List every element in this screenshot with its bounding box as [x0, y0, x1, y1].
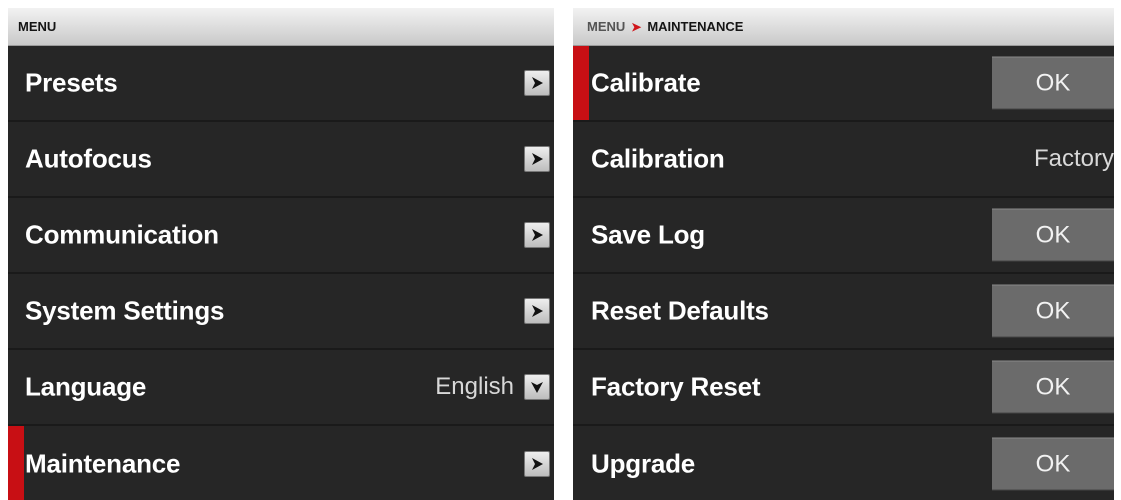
calibrate-ok-button[interactable]: OK [992, 56, 1114, 110]
breadcrumb: MENU ➤ MAINTENANCE [573, 8, 1114, 46]
chevron-right-icon[interactable] [524, 146, 550, 172]
menu-item-label: Presets [25, 67, 118, 98]
main-menu-panel: MENU Presets Autofocus Communication Sys… [8, 8, 554, 500]
menu-item-language[interactable]: Language English [8, 350, 554, 426]
maintenance-item-label: Upgrade [591, 448, 696, 479]
maintenance-item-reset-defaults[interactable]: Reset Defaults OK [573, 274, 1114, 350]
maintenance-list: Calibrate OK Calibration Factory Save Lo… [573, 46, 1114, 500]
maintenance-item-label: Calibrate [591, 67, 701, 98]
chevron-down-icon[interactable] [524, 374, 550, 400]
main-menu-list: Presets Autofocus Communication System S… [8, 46, 554, 500]
selection-indicator [573, 46, 589, 120]
maintenance-item-label: Factory Reset [591, 371, 761, 402]
maintenance-item-label: Save Log [591, 219, 705, 250]
maintenance-item-upgrade[interactable]: Upgrade OK [573, 426, 1114, 500]
menu-item-system-settings[interactable]: System Settings [8, 274, 554, 350]
breadcrumb-current: MAINTENANCE [647, 19, 744, 34]
chevron-right-icon[interactable] [524, 298, 550, 324]
menu-header-title: MENU [18, 19, 57, 34]
maintenance-panel: MENU ➤ MAINTENANCE Calibrate OK Calibrat… [573, 8, 1114, 500]
maintenance-item-factory-reset[interactable]: Factory Reset OK [573, 350, 1114, 426]
menu-item-autofocus[interactable]: Autofocus [8, 122, 554, 198]
selection-indicator [8, 426, 24, 500]
menu-item-label: Maintenance [25, 448, 181, 479]
calibration-value: Factory [1033, 145, 1114, 172]
menu-item-communication[interactable]: Communication [8, 198, 554, 274]
maintenance-item-label: Calibration [591, 143, 725, 174]
chevron-right-icon[interactable] [524, 451, 550, 477]
language-value[interactable]: English [435, 373, 514, 401]
reset-defaults-ok-button[interactable]: OK [992, 284, 1114, 338]
menu-item-label: System Settings [25, 295, 225, 326]
menu-item-label: Language [25, 371, 147, 402]
menu-item-presets[interactable]: Presets [8, 46, 554, 122]
menu-item-label: Autofocus [25, 143, 152, 174]
menu-header: MENU [8, 8, 554, 46]
chevron-right-icon[interactable] [524, 222, 550, 248]
maintenance-item-save-log[interactable]: Save Log OK [573, 198, 1114, 274]
maintenance-item-calibration: Calibration Factory [573, 122, 1114, 198]
menu-item-label: Communication [25, 219, 219, 250]
menu-item-maintenance[interactable]: Maintenance [8, 426, 554, 500]
upgrade-ok-button[interactable]: OK [992, 437, 1114, 491]
factory-reset-ok-button[interactable]: OK [992, 360, 1114, 414]
maintenance-item-calibrate[interactable]: Calibrate OK [573, 46, 1114, 122]
breadcrumb-root[interactable]: MENU [587, 19, 625, 34]
breadcrumb-separator-icon: ➤ [631, 19, 642, 34]
save-log-ok-button[interactable]: OK [992, 208, 1114, 262]
maintenance-item-label: Reset Defaults [591, 295, 769, 326]
chevron-right-icon[interactable] [524, 70, 550, 96]
